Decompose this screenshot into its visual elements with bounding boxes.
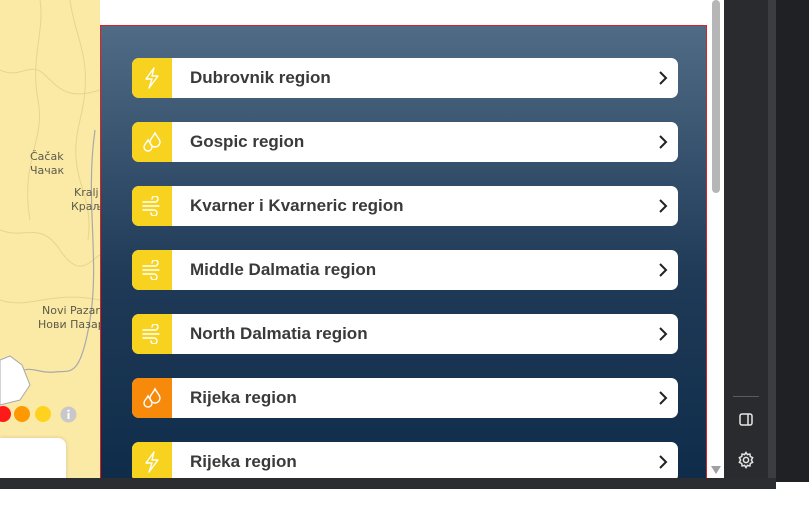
info-icon[interactable] bbox=[60, 406, 77, 423]
region-warning-item[interactable]: Gospic region bbox=[132, 122, 678, 162]
legend-yellow-dot[interactable] bbox=[35, 406, 51, 422]
region-label: Kvarner i Kvarneric region bbox=[190, 196, 404, 215]
browser-sidebar-edge bbox=[768, 0, 776, 482]
sidebar-divider bbox=[733, 396, 759, 397]
map-city-label: Краљ bbox=[71, 200, 100, 213]
chevron-right-icon bbox=[648, 71, 678, 85]
region-warning-item[interactable]: Middle Dalmatia region bbox=[132, 250, 678, 290]
scrollbar[interactable] bbox=[708, 0, 724, 478]
region-label: Rijeka region bbox=[190, 388, 297, 407]
region-warning-item[interactable]: Dubrovnik region bbox=[132, 58, 678, 98]
wind-icon bbox=[132, 250, 172, 290]
side-panel-icon[interactable] bbox=[736, 410, 756, 430]
browser-bottom-bar bbox=[0, 478, 776, 489]
drops-icon bbox=[132, 378, 172, 418]
gear-icon[interactable] bbox=[736, 450, 756, 470]
region-warning-item[interactable]: Rijeka region bbox=[132, 378, 678, 418]
panel-header-area bbox=[100, 0, 708, 25]
wind-icon bbox=[132, 314, 172, 354]
region-label: North Dalmatia region bbox=[190, 324, 368, 343]
chevron-right-icon bbox=[648, 199, 678, 213]
map-city-label: Čačak bbox=[30, 150, 64, 163]
scroll-down-arrow-icon[interactable] bbox=[711, 461, 721, 479]
chevron-right-icon bbox=[648, 327, 678, 341]
chevron-right-icon bbox=[648, 455, 678, 469]
region-label: Middle Dalmatia region bbox=[190, 260, 377, 279]
lightning-icon bbox=[132, 58, 172, 98]
region-warning-item[interactable]: Kvarner i Kvarneric region bbox=[132, 186, 678, 226]
map-city-label: Нови Пазар bbox=[38, 318, 100, 331]
scrollbar-thumb[interactable] bbox=[712, 0, 720, 193]
drops-icon bbox=[132, 122, 172, 162]
region-warning-item[interactable]: North Dalmatia region bbox=[132, 314, 678, 354]
map-borders bbox=[0, 0, 100, 406]
map-area[interactable]: Čačak Чачак Kralj Краљ Novi Pazar Нови П… bbox=[0, 0, 100, 478]
region-warning-item[interactable]: Rijeka region bbox=[132, 442, 678, 482]
map-info-card[interactable] bbox=[0, 438, 66, 478]
map-city-label: Kralj bbox=[74, 186, 99, 199]
lightning-icon bbox=[132, 442, 172, 482]
chevron-right-icon bbox=[648, 263, 678, 277]
map-city-label: Novi Pazar bbox=[42, 304, 100, 317]
region-label: Gospic region bbox=[190, 132, 305, 151]
wind-icon bbox=[132, 186, 172, 226]
region-warnings-panel: Dubrovnik region Gospic region Kvarner i K… bbox=[100, 25, 707, 486]
legend-orange-dot[interactable] bbox=[14, 406, 30, 422]
region-label: Dubrovnik region bbox=[190, 68, 331, 87]
chevron-right-icon bbox=[648, 135, 678, 149]
region-label: Rijeka region bbox=[190, 452, 297, 471]
chevron-right-icon bbox=[648, 391, 678, 405]
map-city-label: Чачак bbox=[30, 164, 65, 177]
